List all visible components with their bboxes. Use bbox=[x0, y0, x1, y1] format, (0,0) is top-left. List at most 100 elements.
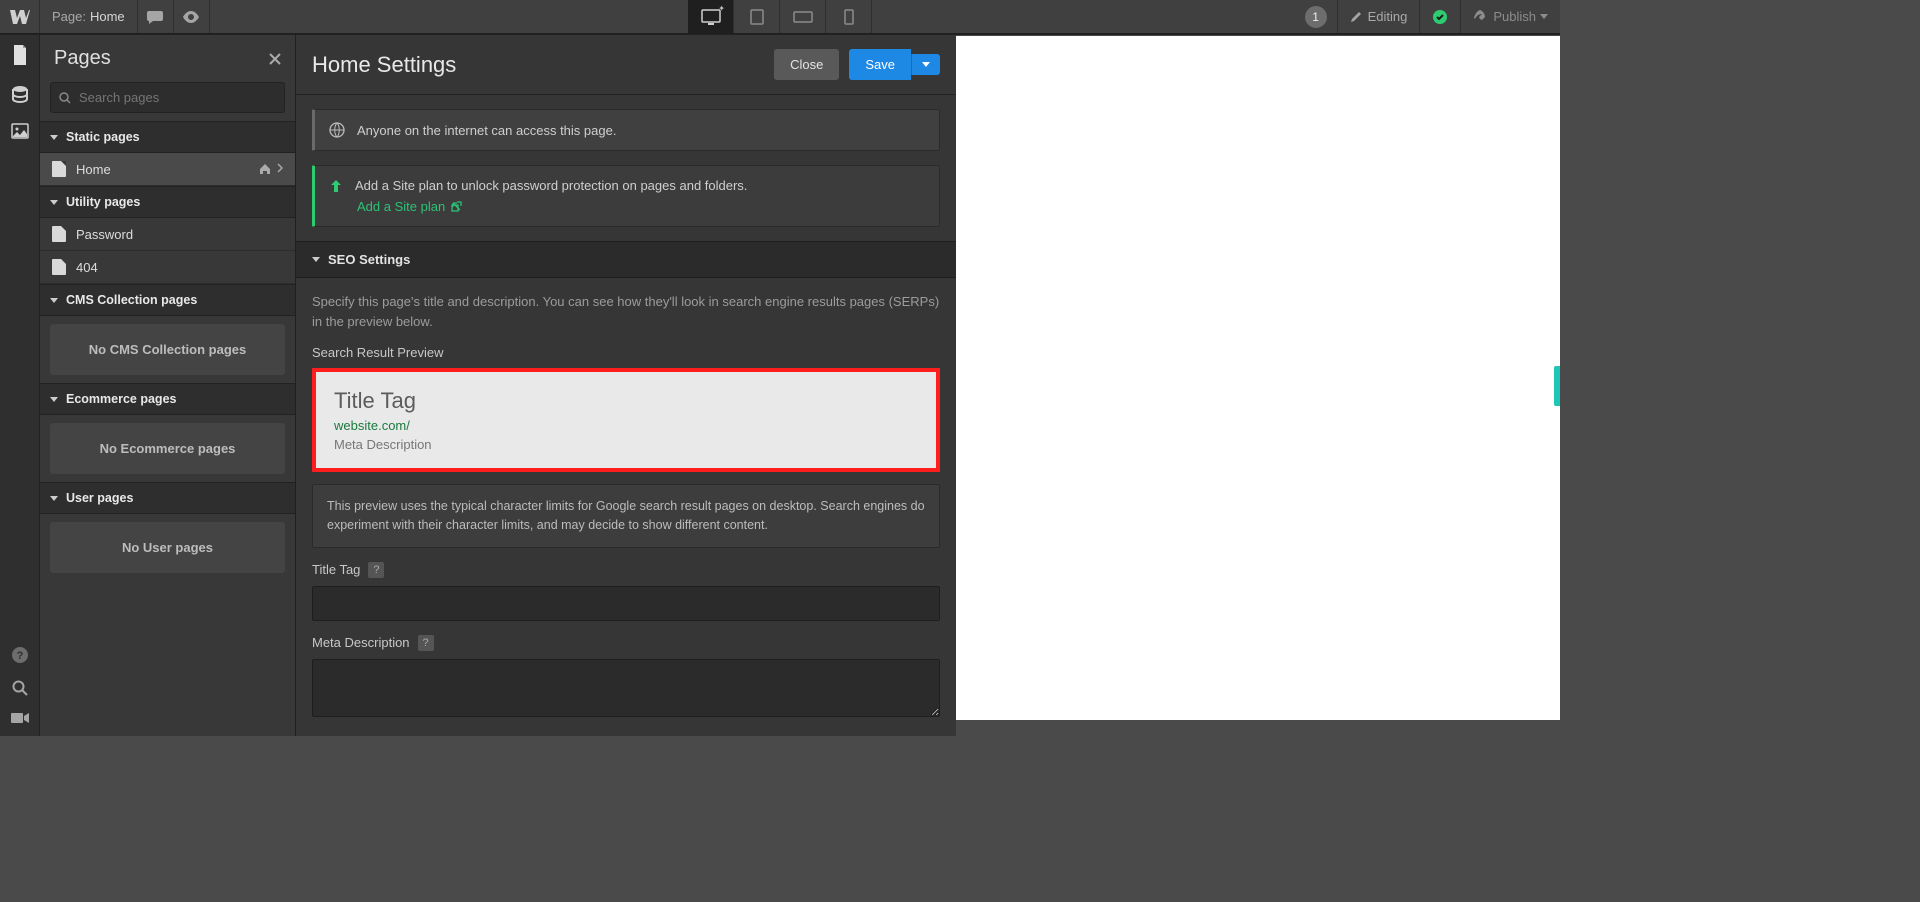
label-text: Meta Description bbox=[312, 635, 410, 650]
plan-notice: Add a Site plan to unlock password prote… bbox=[312, 165, 940, 227]
eye-icon bbox=[182, 11, 200, 23]
pages-close-button[interactable] bbox=[269, 53, 281, 65]
rail-help[interactable]: ? bbox=[11, 646, 29, 664]
section-ecommerce[interactable]: Ecommerce pages bbox=[40, 383, 295, 415]
device-switcher: ✦ bbox=[688, 0, 872, 33]
rail-cms[interactable] bbox=[11, 85, 29, 103]
phone-landscape-icon bbox=[793, 11, 813, 23]
seo-description: Specify this page's title and descriptio… bbox=[312, 292, 940, 331]
device-tablet[interactable] bbox=[734, 0, 780, 33]
page-item-actions bbox=[259, 163, 283, 175]
chevron-down-icon bbox=[922, 62, 930, 67]
page-item-home[interactable]: Home bbox=[40, 153, 295, 186]
page-item-label: 404 bbox=[76, 260, 98, 275]
save-button[interactable]: Save bbox=[849, 49, 911, 80]
rail-assets[interactable] bbox=[11, 123, 29, 139]
access-notice: Anyone on the internet can access this p… bbox=[312, 109, 940, 151]
empty-user: No User pages bbox=[50, 522, 285, 573]
serp-preview: Title Tag website.com/ Meta Description bbox=[312, 368, 940, 472]
comments-button[interactable] bbox=[138, 0, 174, 33]
page-item-label: Password bbox=[76, 227, 133, 242]
caret-icon bbox=[50, 200, 58, 205]
pages-search[interactable] bbox=[50, 82, 285, 113]
empty-ecommerce: No Ecommerce pages bbox=[50, 423, 285, 474]
preview-button[interactable] bbox=[174, 0, 210, 33]
page-doc-icon bbox=[52, 226, 66, 242]
serp-url: website.com/ bbox=[334, 418, 918, 433]
search-icon bbox=[12, 680, 28, 696]
status-ok[interactable] bbox=[1419, 0, 1460, 33]
close-icon bbox=[269, 53, 281, 65]
page-label: Page: bbox=[52, 9, 86, 24]
caret-icon bbox=[312, 257, 320, 262]
main: ? Pages Static pages bbox=[0, 34, 1560, 736]
rail-bottom: ? bbox=[11, 646, 29, 736]
plan-notice-text: Add a Site plan to unlock password prote… bbox=[355, 178, 747, 193]
section-cms[interactable]: CMS Collection pages bbox=[40, 284, 295, 316]
rail-search[interactable] bbox=[12, 680, 28, 696]
publish-label: Publish bbox=[1493, 9, 1536, 24]
canvas[interactable] bbox=[956, 36, 1560, 720]
caret-icon bbox=[50, 135, 58, 140]
section-label: User pages bbox=[66, 491, 133, 505]
close-button[interactable]: Close bbox=[774, 49, 839, 80]
logo-icon bbox=[10, 10, 30, 24]
rail-video[interactable] bbox=[11, 712, 29, 724]
page-doc-icon bbox=[52, 161, 66, 177]
settings-header: Home Settings Close Save bbox=[296, 35, 956, 95]
serp-title: Title Tag bbox=[334, 388, 918, 414]
home-icon[interactable] bbox=[259, 163, 271, 175]
device-desktop[interactable]: ✦ bbox=[688, 0, 734, 33]
section-label: Utility pages bbox=[66, 195, 140, 209]
page-item-password[interactable]: Password bbox=[40, 218, 295, 251]
pages-header: Pages bbox=[40, 35, 295, 82]
pages-search-input[interactable] bbox=[77, 89, 276, 106]
og-settings-header[interactable]: Open Graph Settings bbox=[296, 736, 956, 737]
canvas-resize-handle[interactable] bbox=[1554, 366, 1560, 406]
meta-description-input[interactable] bbox=[312, 659, 940, 717]
title-tag-input[interactable] bbox=[312, 586, 940, 621]
access-notice-text: Anyone on the internet can access this p… bbox=[357, 123, 616, 138]
star-icon: ✦ bbox=[718, 4, 725, 13]
phone-icon bbox=[844, 9, 854, 25]
topbar-left: Page: Home bbox=[0, 0, 210, 33]
help-icon[interactable]: ? bbox=[418, 635, 434, 651]
section-static[interactable]: Static pages bbox=[40, 121, 295, 153]
chat-icon bbox=[147, 10, 163, 24]
chevron-down-icon bbox=[1540, 14, 1548, 19]
search-icon bbox=[59, 92, 71, 104]
section-label: Static pages bbox=[66, 130, 140, 144]
page-item-404[interactable]: 404 bbox=[40, 251, 295, 284]
canvas-area bbox=[956, 35, 1560, 736]
rocket-icon bbox=[1473, 10, 1487, 24]
publish-button[interactable]: Publish bbox=[1460, 0, 1560, 33]
topbar: Page: Home ✦ bbox=[0, 0, 1560, 34]
page-item-label: Home bbox=[76, 162, 111, 177]
database-icon bbox=[11, 85, 29, 103]
device-phone[interactable] bbox=[826, 0, 872, 33]
chevron-right-icon[interactable] bbox=[277, 163, 283, 173]
webflow-logo[interactable] bbox=[0, 0, 40, 33]
settings-panel: Home Settings Close Save Anyone on the i… bbox=[296, 35, 956, 736]
page-indicator[interactable]: Page: Home bbox=[40, 0, 138, 33]
help-icon[interactable]: ? bbox=[368, 562, 384, 578]
section-user[interactable]: User pages bbox=[40, 482, 295, 514]
serp-note: This preview uses the typical character … bbox=[312, 484, 940, 548]
check-circle-icon bbox=[1432, 9, 1448, 25]
serp-meta: Meta Description bbox=[334, 437, 918, 452]
empty-cms: No CMS Collection pages bbox=[50, 324, 285, 375]
notifications-badge[interactable]: 1 bbox=[1305, 6, 1327, 28]
section-label: CMS Collection pages bbox=[66, 293, 197, 307]
section-utility[interactable]: Utility pages bbox=[40, 186, 295, 218]
settings-body: Anyone on the internet can access this p… bbox=[296, 95, 956, 736]
editing-indicator[interactable]: Editing bbox=[1337, 0, 1420, 33]
rail-pages[interactable] bbox=[12, 45, 28, 65]
serp-label: Search Result Preview bbox=[312, 345, 940, 360]
device-landscape-phone[interactable] bbox=[780, 0, 826, 33]
video-icon bbox=[11, 712, 29, 724]
save-dropdown-button[interactable] bbox=[911, 54, 940, 75]
section-label: SEO Settings bbox=[328, 252, 410, 267]
add-site-plan-link[interactable]: Add a Site plan bbox=[357, 199, 462, 214]
page-icon bbox=[12, 45, 28, 65]
seo-settings-header[interactable]: SEO Settings bbox=[296, 241, 956, 278]
